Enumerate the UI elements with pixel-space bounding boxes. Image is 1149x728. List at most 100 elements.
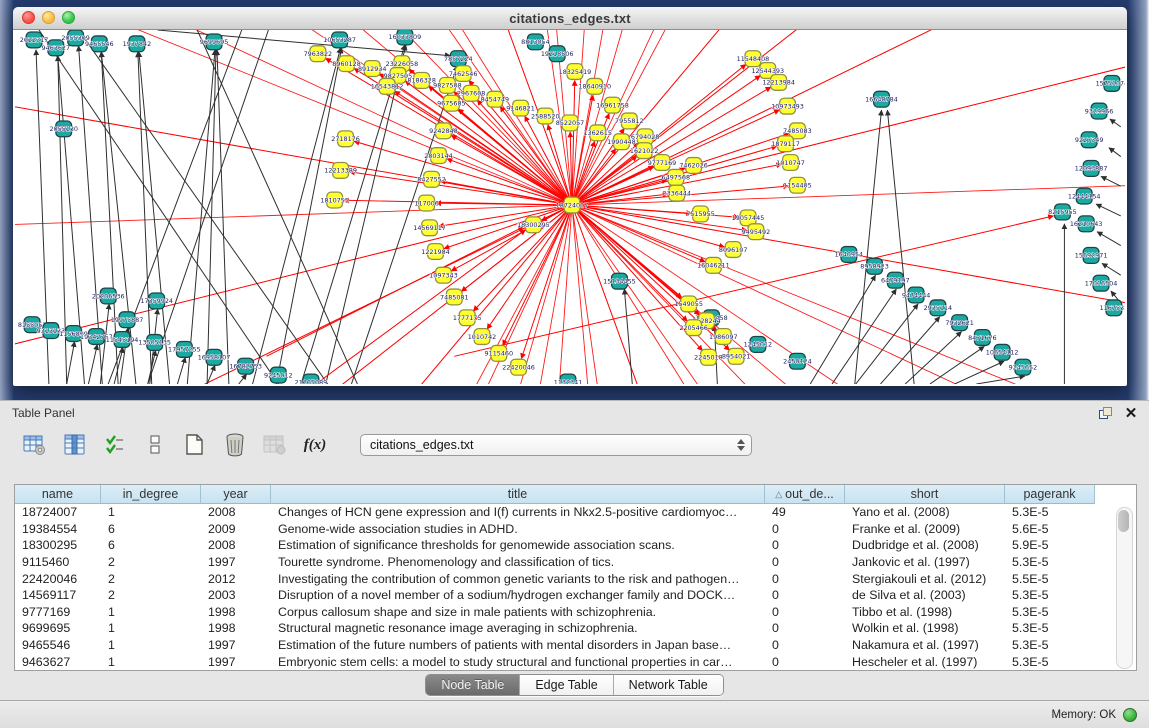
cell-short[interactable]: Franke et al. (2009) — [845, 521, 1005, 538]
column-header-title[interactable]: title — [271, 485, 765, 504]
cell-title[interactable]: Changes of HCN gene expression and I(f) … — [271, 504, 765, 521]
cell-in_degree[interactable]: 2 — [101, 587, 201, 604]
function-builder-icon[interactable]: f(x) — [302, 432, 328, 458]
cell-title[interactable]: Disruption of a novel member of a sodium… — [271, 587, 765, 604]
cell-year[interactable]: 2012 — [201, 570, 271, 587]
minimize-window-button[interactable] — [42, 11, 55, 24]
column-header-out_de[interactable]: △out_de... — [765, 485, 845, 504]
cell-short[interactable]: Jankovic et al. (1997) — [845, 554, 1005, 571]
cell-name[interactable]: 22420046 — [15, 570, 101, 587]
cell-year[interactable]: 1998 — [201, 620, 271, 637]
cell-title[interactable]: Embryonic stem cells: a model to study s… — [271, 653, 765, 670]
column-header-short[interactable]: short — [845, 485, 1005, 504]
scrollbar-thumb[interactable] — [1118, 510, 1129, 532]
cell-name[interactable]: 14569117 — [15, 587, 101, 604]
table-row[interactable]: 1456911722003Disruption of a novel membe… — [15, 587, 1136, 604]
cell-pagerank[interactable]: 5.5E-5 — [1005, 570, 1095, 587]
citation-network-graph[interactable]: 1872400720223179463627205530994655461937… — [15, 30, 1125, 384]
table-row[interactable]: 946554611997Estimation of the future num… — [15, 637, 1136, 654]
cell-in_degree[interactable]: 1 — [101, 637, 201, 654]
close-window-button[interactable] — [22, 11, 35, 24]
table-row[interactable]: 946362711997Embryonic stem cells: a mode… — [15, 653, 1136, 670]
cell-in_degree[interactable]: 1 — [101, 653, 201, 670]
cell-name[interactable]: 18724007 — [15, 504, 101, 521]
cell-year[interactable]: 1998 — [201, 604, 271, 621]
cell-pagerank[interactable]: 5.3E-5 — [1005, 637, 1095, 654]
table-settings-icon[interactable] — [22, 432, 48, 458]
cell-pagerank[interactable]: 5.6E-5 — [1005, 521, 1095, 538]
float-panel-button[interactable] — [1097, 405, 1113, 421]
cell-short[interactable]: Yano et al. (2008) — [845, 504, 1005, 521]
cell-name[interactable]: 9463627 — [15, 653, 101, 670]
cell-pagerank[interactable]: 5.3E-5 — [1005, 620, 1095, 637]
column-header-pagerank[interactable]: pagerank — [1005, 485, 1095, 504]
table-row[interactable]: 1872400712008Changes of HCN gene express… — [15, 504, 1136, 521]
cell-title[interactable]: Corpus callosum shape and size in male p… — [271, 604, 765, 621]
cell-pagerank[interactable]: 5.3E-5 — [1005, 653, 1095, 670]
cell-out_de[interactable]: 0 — [765, 637, 845, 654]
table-select-combo[interactable]: citations_edges.txt — [360, 434, 752, 456]
cell-out_de[interactable]: 0 — [765, 604, 845, 621]
cell-out_de[interactable]: 0 — [765, 620, 845, 637]
cell-title[interactable]: Estimation of the future numbers of pati… — [271, 637, 765, 654]
cell-in_degree[interactable]: 1 — [101, 620, 201, 637]
column-header-in_degree[interactable]: in_degree — [101, 485, 201, 504]
cell-out_de[interactable]: 49 — [765, 504, 845, 521]
tab-network-table[interactable]: Network Table — [614, 675, 723, 695]
cell-pagerank[interactable]: 5.3E-5 — [1005, 604, 1095, 621]
show-columns-icon[interactable] — [62, 432, 88, 458]
cell-in_degree[interactable]: 2 — [101, 554, 201, 571]
cell-year[interactable]: 2009 — [201, 521, 271, 538]
cell-in_degree[interactable]: 1 — [101, 604, 201, 621]
table-vertical-scrollbar[interactable] — [1116, 507, 1133, 669]
cell-short[interactable]: Nakamura et al. (1997) — [845, 637, 1005, 654]
tab-node-table[interactable]: Node Table — [426, 675, 520, 695]
cell-pagerank[interactable]: 5.3E-5 — [1005, 554, 1095, 571]
tab-edge-table[interactable]: Edge Table — [520, 675, 613, 695]
cell-year[interactable]: 2008 — [201, 537, 271, 554]
cell-out_de[interactable]: 0 — [765, 653, 845, 670]
cell-title[interactable]: Tourette syndrome. Phenomenology and cla… — [271, 554, 765, 571]
cell-name[interactable]: 18300295 — [15, 537, 101, 554]
cell-in_degree[interactable]: 2 — [101, 570, 201, 587]
cell-name[interactable]: 9115460 — [15, 554, 101, 571]
cell-in_degree[interactable]: 6 — [101, 537, 201, 554]
table-row[interactable]: 969969511998Structural magnetic resonanc… — [15, 620, 1136, 637]
cell-out_de[interactable]: 0 — [765, 570, 845, 587]
memory-ok-indicator[interactable] — [1123, 708, 1137, 722]
network-canvas[interactable]: 1872400720223179463627205530994655461937… — [15, 30, 1125, 384]
cell-title[interactable]: Genome-wide association studies in ADHD. — [271, 521, 765, 538]
column-header-year[interactable]: year — [201, 485, 271, 504]
cell-year[interactable]: 1997 — [201, 653, 271, 670]
cell-short[interactable]: de Silva et al. (2003) — [845, 587, 1005, 604]
cell-pagerank[interactable]: 5.9E-5 — [1005, 537, 1095, 554]
cell-pagerank[interactable]: 5.3E-5 — [1005, 504, 1095, 521]
table-row[interactable]: 1938455462009Genome-wide association stu… — [15, 521, 1136, 538]
cell-out_de[interactable]: 0 — [765, 587, 845, 604]
cell-year[interactable]: 1997 — [201, 637, 271, 654]
cell-year[interactable]: 2008 — [201, 504, 271, 521]
cell-in_degree[interactable]: 6 — [101, 521, 201, 538]
cell-out_de[interactable]: 0 — [765, 537, 845, 554]
cell-name[interactable]: 9699695 — [15, 620, 101, 637]
cell-year[interactable]: 2003 — [201, 587, 271, 604]
column-header-name[interactable]: name — [15, 485, 101, 504]
window-titlebar[interactable]: citations_edges.txt — [13, 7, 1127, 30]
table-row[interactable]: 1830029562008Estimation of significance … — [15, 537, 1136, 554]
cell-in_degree[interactable]: 1 — [101, 504, 201, 521]
cell-short[interactable]: Stergiakouli et al. (2012) — [845, 570, 1005, 587]
table-row[interactable]: 2242004622012Investigating the contribut… — [15, 570, 1136, 587]
network-view-window[interactable]: citations_edges.txt 18724007202231794636… — [13, 7, 1127, 386]
cell-out_de[interactable]: 0 — [765, 554, 845, 571]
zoom-window-button[interactable] — [62, 11, 75, 24]
delete-rows-icon[interactable] — [222, 432, 248, 458]
cell-short[interactable]: Dudbridge et al. (2008) — [845, 537, 1005, 554]
cell-short[interactable]: Hescheler et al. (1997) — [845, 653, 1005, 670]
row-height-icon[interactable] — [142, 432, 168, 458]
cell-short[interactable]: Tibbo et al. (1998) — [845, 604, 1005, 621]
close-panel-button[interactable]: ✕ — [1123, 405, 1139, 421]
new-table-icon[interactable] — [182, 432, 208, 458]
cell-name[interactable]: 19384554 — [15, 521, 101, 538]
cell-title[interactable]: Structural magnetic resonance image aver… — [271, 620, 765, 637]
cell-short[interactable]: Wolkin et al. (1998) — [845, 620, 1005, 637]
